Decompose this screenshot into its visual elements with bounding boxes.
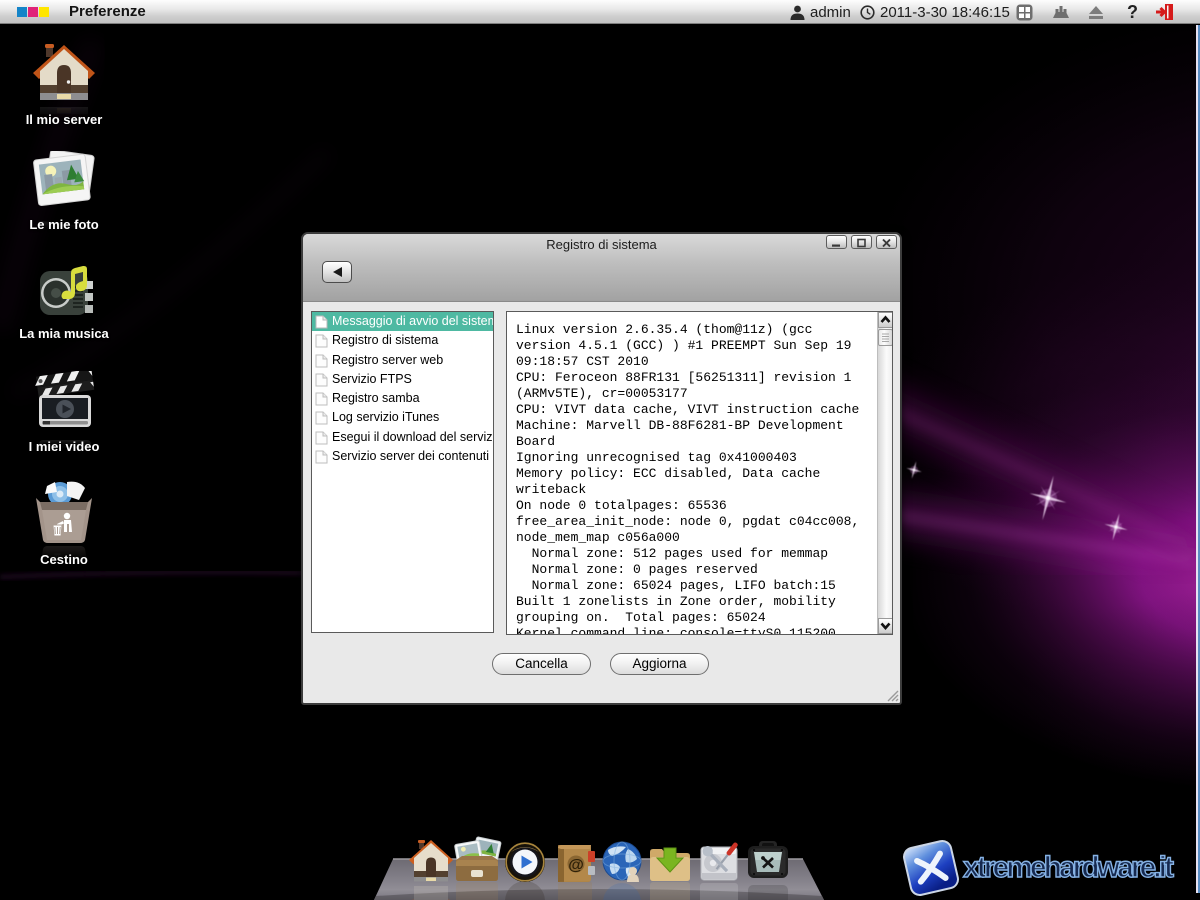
svg-text:@: @ xyxy=(568,857,584,874)
svg-text:xtremehardware.it: xtremehardware.it xyxy=(963,851,1174,884)
